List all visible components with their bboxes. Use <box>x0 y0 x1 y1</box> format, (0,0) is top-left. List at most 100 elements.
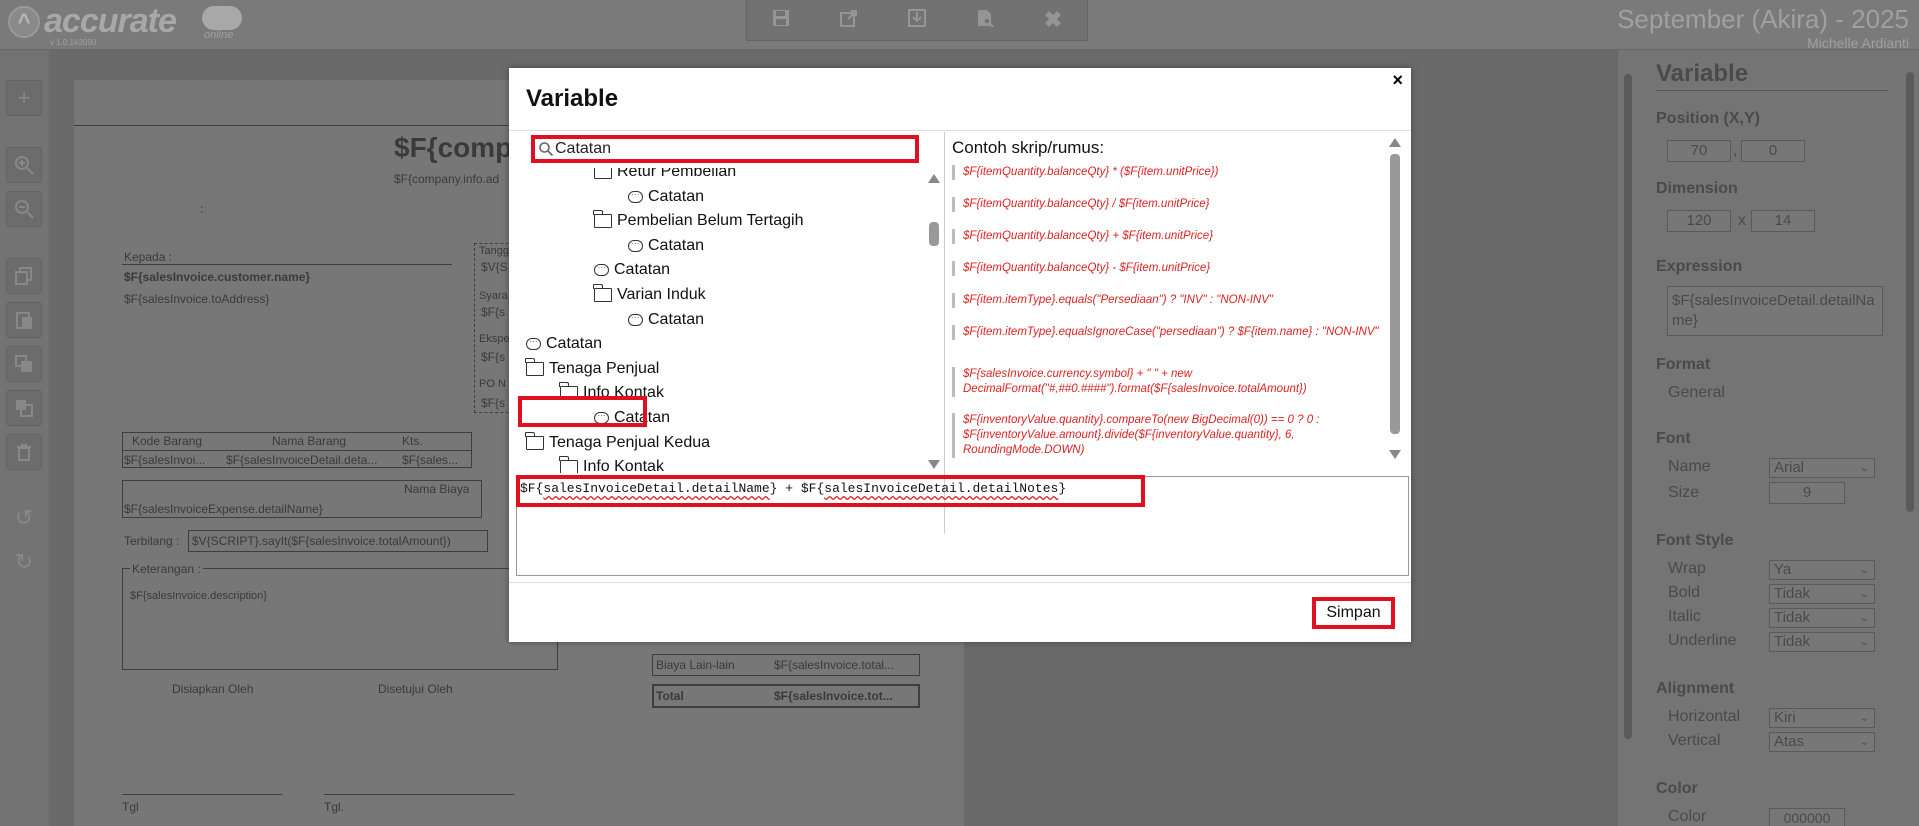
date-label[interactable]: Tangg <box>479 245 509 257</box>
close-icon[interactable]: × <box>1392 70 1403 91</box>
terbilang-field[interactable]: $V{SCRIPT}.sayIt($F{salesInvoice.totalAm… <box>192 534 451 548</box>
terbilang-label[interactable]: Terbilang : <box>124 534 179 548</box>
expression-text[interactable]: $F{salesInvoiceDetail.detailName} + $F{s… <box>520 481 1066 496</box>
save-icon[interactable] <box>769 8 793 32</box>
company-address-field[interactable]: $F{company.info.ad <box>394 172 499 186</box>
zoom-in-icon[interactable] <box>6 147 42 183</box>
date1-label[interactable]: Tgl <box>122 800 139 814</box>
scroll-thumb[interactable] <box>929 222 939 246</box>
scroll-up-icon[interactable] <box>928 174 940 183</box>
search-box <box>531 135 919 163</box>
close-icon[interactable]: ✖ <box>1041 8 1065 32</box>
delete-icon[interactable] <box>6 434 42 470</box>
expense-name-field[interactable]: $F{salesInvoiceExpense.detailName} <box>124 502 323 516</box>
dim-h-input[interactable]: 14 <box>1751 210 1815 232</box>
export-icon[interactable] <box>837 8 861 32</box>
col-name-header[interactable]: Nama Barang <box>272 434 372 448</box>
terms-label[interactable]: Syara <box>479 290 508 302</box>
tree-note-item[interactable]: ··· Catatan <box>594 258 670 282</box>
tree-note-item[interactable]: ··· Catatan <box>526 332 602 356</box>
other-cost-field[interactable]: $F{salesInvoice.total... <box>774 658 914 672</box>
notes-label[interactable]: Keterangan : <box>130 562 203 576</box>
tree-folder-item[interactable]: Tenaga Penjual <box>525 357 659 381</box>
ship-label[interactable]: Ekspe <box>479 333 510 345</box>
example-item[interactable]: $F{itemQuantity.balanceQty} * ($F{item.u… <box>952 165 1384 180</box>
wrap-select[interactable]: Ya ⌄ <box>1769 560 1875 580</box>
undo-icon[interactable]: ↺ <box>6 501 42 537</box>
scroll-thumb[interactable] <box>1390 154 1400 434</box>
to-label[interactable]: Kepada : <box>124 250 172 264</box>
tree-note-item[interactable]: ··· Catatan <box>628 308 704 332</box>
redo-icon[interactable]: ↻ <box>6 545 42 581</box>
download-icon[interactable] <box>905 8 929 32</box>
paste-icon[interactable] <box>6 302 42 338</box>
bold-select[interactable]: Tidak ⌄ <box>1769 584 1875 604</box>
color-input[interactable]: 000000 <box>1769 808 1845 826</box>
preview-icon[interactable] <box>973 8 997 32</box>
po-field[interactable]: $F{s <box>481 396 505 410</box>
horizontal-select[interactable]: Kiri ⌄ <box>1769 708 1875 728</box>
example-item[interactable]: $F{inventoryValue.quantity}.compareTo(ne… <box>952 413 1384 458</box>
save-button[interactable]: Simpan <box>1312 597 1395 629</box>
scroll-up-icon[interactable] <box>1389 138 1401 147</box>
cell-code-field[interactable]: $F{salesInvoi... <box>124 453 220 467</box>
search-input[interactable] <box>555 140 910 158</box>
dim-w-input[interactable]: 120 <box>1667 210 1731 232</box>
example-item[interactable]: $F{item.itemType}.equals("Persediaan") ?… <box>952 293 1384 308</box>
approved-by-label[interactable]: Disetujui Oleh <box>378 682 453 696</box>
expense-header[interactable]: Nama Biaya <box>404 482 469 496</box>
example-item[interactable]: $F{itemQuantity.balanceQty} - $F{item.un… <box>952 261 1384 276</box>
tree-note-item[interactable]: ··· Catatan <box>628 234 704 258</box>
po-label[interactable]: PO N <box>479 378 506 390</box>
total-label[interactable]: Total <box>656 689 684 703</box>
cell-qty-field[interactable]: $F{sales... <box>402 453 470 467</box>
expression-input[interactable]: $F{salesInvoiceDetail.detailName} <box>1667 286 1883 336</box>
example-item[interactable]: $F{item.itemType}.equalsIgnoreCase("pers… <box>952 325 1384 340</box>
bring-front-icon[interactable] <box>6 346 42 382</box>
font-name-select[interactable]: Arial ⌄ <box>1769 458 1875 478</box>
font-size-input[interactable]: 9 <box>1769 482 1845 504</box>
panel-scrollbar[interactable] <box>1621 54 1635 822</box>
vertical-select[interactable]: Atas ⌄ <box>1769 732 1875 752</box>
notes-box[interactable] <box>122 568 558 670</box>
col-qty-header[interactable]: Kts. <box>402 434 442 448</box>
tree-folder-item[interactable]: Retur Pembelian <box>594 168 736 184</box>
tree-folder-item[interactable]: Varian Induk <box>593 283 706 307</box>
panel-right-scrollbar[interactable] <box>1903 54 1917 822</box>
tree-note-item[interactable]: ··· Catatan <box>628 185 704 209</box>
tree-folder-item[interactable]: Tenaga Penjual Kedua <box>525 431 710 455</box>
example-item[interactable]: $F{itemQuantity.balanceQty} + $F{item.un… <box>952 229 1384 244</box>
example-item[interactable]: $F{salesInvoice.currency.symbol} + " " +… <box>952 367 1384 397</box>
example-item[interactable]: $F{itemQuantity.balanceQty} / $F{item.un… <box>952 197 1384 212</box>
total-field[interactable]: $F{salesInvoice.tot... <box>774 689 914 703</box>
to-address-field[interactable]: $F{salesInvoice.toAddress} <box>124 292 269 306</box>
zoom-out-icon[interactable] <box>6 191 42 227</box>
tree-folder-item[interactable]: Info Kontak <box>559 455 664 473</box>
pos-x-input[interactable]: 70 <box>1667 140 1731 162</box>
send-back-icon[interactable] <box>6 390 42 426</box>
format-value[interactable]: General <box>1668 384 1725 402</box>
ship-field[interactable]: $F{s <box>481 350 505 364</box>
notes-field[interactable]: $F{salesInvoice.description} <box>130 590 267 602</box>
tree-folder-item[interactable]: Pembelian Belum Tertagih <box>593 209 803 233</box>
cell-name-field[interactable]: $F{salesInvoiceDetail.deta... <box>226 453 396 467</box>
other-cost-label[interactable]: Biaya Lain-lain <box>656 658 735 672</box>
copy-icon[interactable] <box>6 258 42 294</box>
scroll-down-icon[interactable] <box>1389 450 1401 459</box>
date-field[interactable]: $V{S <box>481 260 508 274</box>
scroll-down-icon[interactable] <box>928 460 940 469</box>
company-name-field[interactable]: $F{compa <box>394 132 528 164</box>
tree-scrollbar[interactable] <box>927 172 941 470</box>
pos-y-input[interactable]: 0 <box>1741 140 1805 162</box>
date2-label[interactable]: Tgl. <box>324 800 344 814</box>
expression-editor[interactable]: $F{salesInvoiceDetail.detailName} + $F{s… <box>516 475 1409 576</box>
add-icon[interactable]: + <box>6 80 42 116</box>
examples-scrollbar[interactable] <box>1388 132 1402 472</box>
underline-select[interactable]: Tidak ⌄ <box>1769 632 1875 652</box>
col-code-header[interactable]: Kode Barang <box>132 434 232 448</box>
italic-select[interactable]: Tidak ⌄ <box>1769 608 1875 628</box>
prepared-by-label[interactable]: Disiapkan Oleh <box>172 682 253 696</box>
chevron-down-icon: ⌄ <box>1859 612 1869 624</box>
terms-field[interactable]: $F{s <box>481 305 505 319</box>
customer-name-field[interactable]: $F{salesInvoice.customer.name} <box>124 270 310 284</box>
